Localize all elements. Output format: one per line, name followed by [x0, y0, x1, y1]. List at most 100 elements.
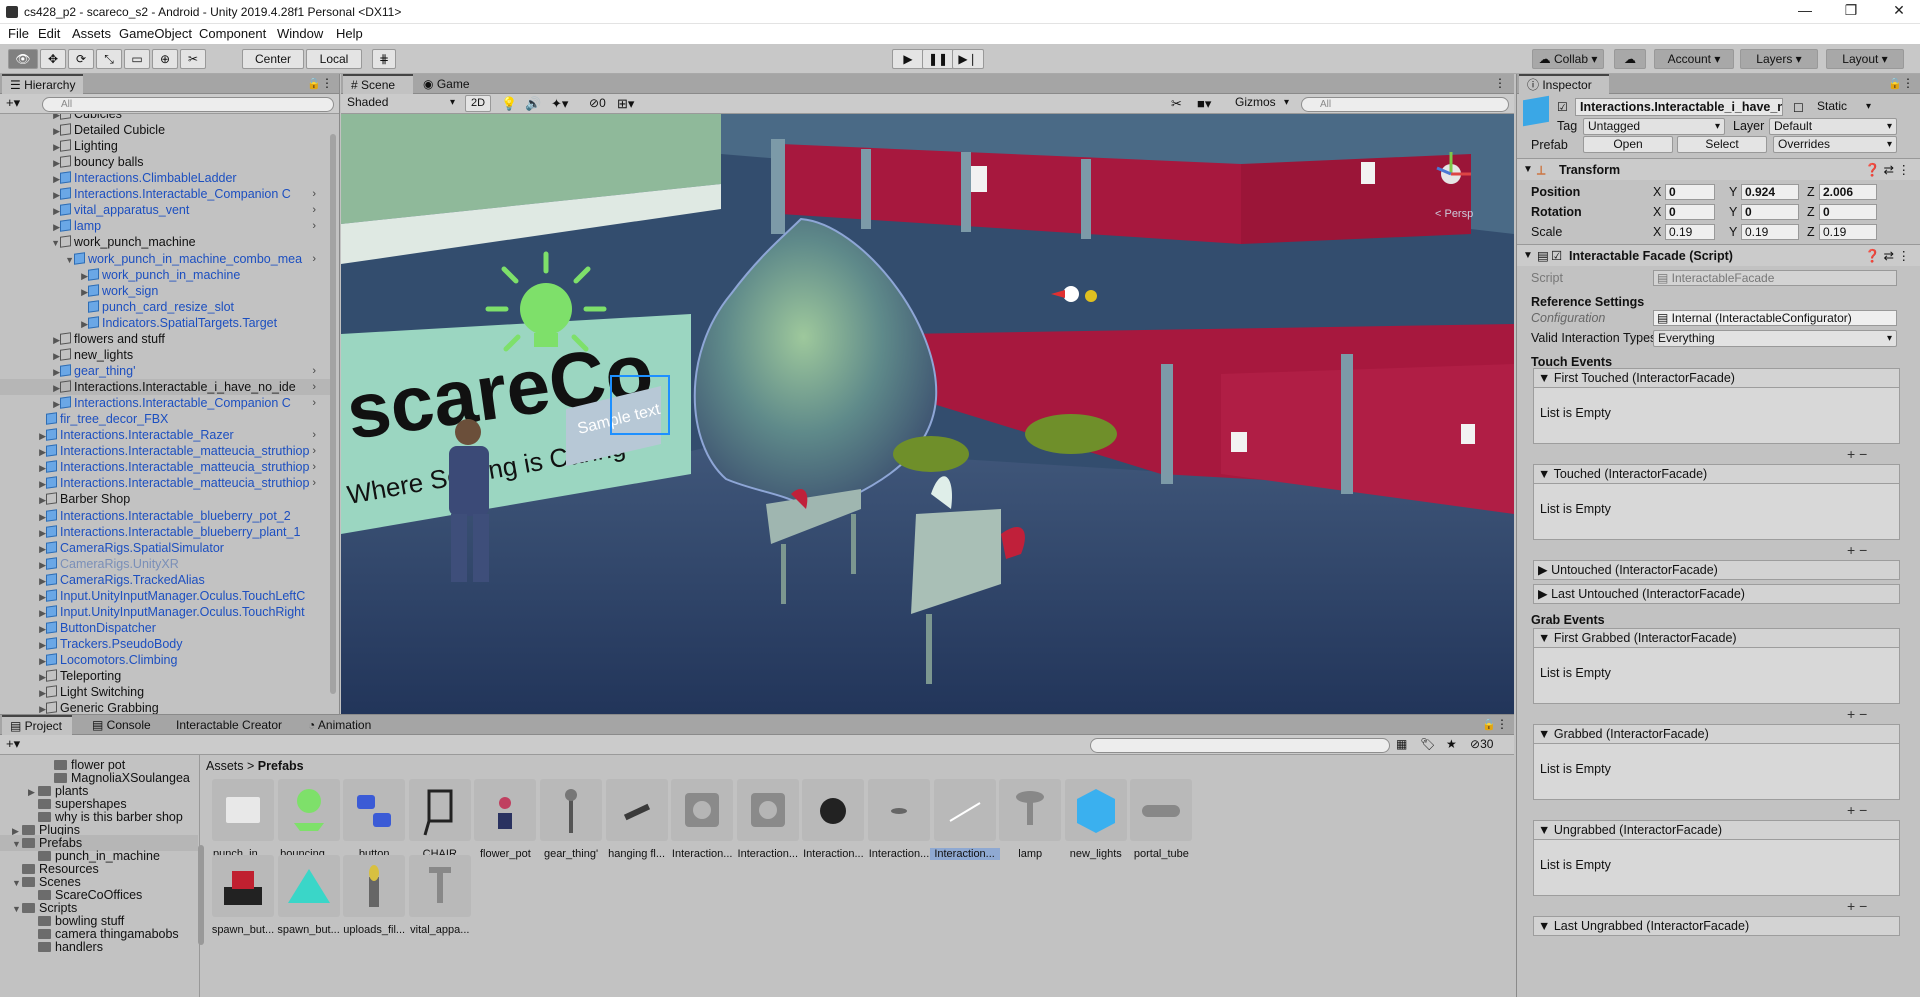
tab-animation[interactable]: ◔ Animation [300, 715, 379, 735]
active-checkbox[interactable]: ☑ [1557, 100, 1568, 114]
scale-tool-icon[interactable]: ⤡ [96, 49, 122, 69]
menu-edit[interactable]: Edit [38, 26, 60, 41]
open-prefab-arrow-icon[interactable]: › [312, 443, 316, 459]
expand-arrow-icon[interactable]: ▶ [36, 573, 46, 588]
scale-x-field[interactable]: 0.19 [1665, 224, 1715, 240]
prefab-select-button[interactable]: Select [1677, 136, 1767, 153]
expand-arrow-icon[interactable]: ▶ [36, 621, 46, 636]
expand-arrow-icon[interactable]: ▼ [50, 235, 60, 250]
expand-arrow-icon[interactable]: ▶ [50, 123, 60, 138]
layers-dropdown[interactable]: Layers ▾ [1740, 49, 1818, 69]
static-dropdown[interactable]: Static [1813, 99, 1875, 116]
object-name-field[interactable]: Interactions.Interactable_i_have_no [1575, 98, 1783, 116]
asset-tile[interactable]: uploads_fil... [339, 855, 409, 936]
asset-tile[interactable]: button [339, 779, 409, 860]
expand-arrow-icon[interactable]: ▶ [36, 428, 46, 443]
rotation-z-field[interactable]: 0 [1819, 204, 1877, 220]
asset-tile[interactable]: lamp [995, 779, 1065, 860]
scene-viewport[interactable]: scareCo Where Scaring is Caring Sample t… [341, 114, 1514, 714]
rect-tool-icon[interactable]: ▭ [124, 49, 150, 69]
menu-assets[interactable]: Assets [72, 26, 111, 41]
hierarchy-row[interactable]: ▶ Generic Grabbing [0, 700, 330, 714]
tab-scene[interactable]: # Scene [343, 74, 413, 94]
asset-tile[interactable]: portal_tube [1126, 779, 1196, 860]
pivot-center-button[interactable]: Center [242, 49, 304, 69]
expand-arrow-icon[interactable]: ▶ [50, 155, 60, 170]
asset-tile[interactable]: Interaction... [864, 779, 934, 860]
hierarchy-search-input[interactable]: All [42, 97, 334, 112]
view-tool-eye-icon[interactable]: 👁 [8, 49, 38, 69]
event-touched-header[interactable]: ▼ Touched (InteractorFacade) [1533, 464, 1900, 484]
panel-menu-icon[interactable]: ⋮ [1902, 76, 1914, 90]
hierarchy-row[interactable]: ▶ Interactions.Interactable_blueberry_pot… [0, 508, 330, 524]
expand-arrow-icon[interactable]: ▶ [36, 541, 46, 556]
expand-arrow-icon[interactable]: ▶ [36, 653, 46, 668]
open-prefab-arrow-icon[interactable]: › [312, 459, 316, 475]
expand-arrow-icon[interactable]: ▶ [50, 396, 60, 411]
configuration-field[interactable]: ▤ Internal (InteractableConfigurator) [1653, 310, 1897, 326]
component-enabled-checkbox[interactable]: ☑ [1551, 245, 1562, 267]
toggle-2d-button[interactable]: 2D [465, 95, 491, 112]
position-y-field[interactable]: 0.924 [1741, 184, 1799, 200]
lock-icon[interactable]: 🔒 [307, 77, 321, 90]
transform-header[interactable]: ▼ ⟂ Transform ❓ ⇄ ⋮ [1517, 158, 1920, 180]
lock-icon[interactable]: 🔒 [1482, 718, 1496, 731]
expand-arrow-icon[interactable]: ▶ [78, 268, 88, 283]
asset-tile[interactable]: spawn_but... [274, 855, 344, 936]
tab-console[interactable]: ▤ Console [84, 715, 159, 735]
expand-arrow-icon[interactable]: ▶ [50, 380, 60, 395]
lighting-toggle-icon[interactable]: 💡 [501, 96, 517, 112]
hierarchy-row[interactable]: ▶ bouncy balls [0, 154, 330, 170]
create-plus-icon[interactable]: +▾ [6, 736, 20, 752]
event-ungrabbed-header[interactable]: ▼ Ungrabbed (InteractorFacade) [1533, 820, 1900, 840]
hierarchy-row[interactable]: ▶ Interactions.Interactable_Companion C › [0, 186, 330, 202]
expand-arrow-icon[interactable]: ▶ [36, 557, 46, 572]
camera-dropdown-icon[interactable]: ■▾ [1197, 96, 1211, 112]
asset-tile[interactable]: hanging fl... [602, 779, 672, 860]
event-last-untouched-header[interactable]: ▶ Last Untouched (InteractorFacade) [1533, 584, 1900, 604]
asset-tile[interactable]: Interaction... [733, 779, 803, 860]
hidden-objects-icon[interactable]: ⊘0 [589, 96, 606, 110]
collapse-arrow-icon[interactable]: ▼ [1523, 159, 1533, 181]
hierarchy-row[interactable]: ▶ lamp › [0, 218, 330, 234]
hierarchy-row[interactable]: ▶ Light Switching [0, 684, 330, 700]
maximize-icon[interactable]: ❐ [1836, 2, 1866, 22]
hierarchy-row[interactable]: ▶ CameraRigs.UnityXR [0, 556, 330, 572]
breadcrumb-prefabs[interactable]: Prefabs [258, 759, 304, 773]
hierarchy-row[interactable]: ▶ vital_apparatus_vent › [0, 202, 330, 218]
valid-types-dropdown[interactable]: Everything [1653, 330, 1897, 347]
rotation-y-field[interactable]: 0 [1741, 204, 1799, 220]
hierarchy-row[interactable]: ▶ new_lights [0, 347, 330, 363]
step-button-icon[interactable]: ▶❘ [952, 49, 984, 69]
hierarchy-row[interactable]: ▶ CameraRigs.TrackedAlias [0, 572, 330, 588]
asset-tile[interactable]: new_lights [1061, 779, 1131, 860]
asset-tile[interactable]: flower_pot [470, 779, 540, 860]
hierarchy-row[interactable]: ▶ Interactions.Interactable_matteucia_str… [0, 475, 330, 491]
hierarchy-row[interactable]: ▶ Indicators.SpatialTargets.Target [0, 315, 330, 331]
expand-arrow-icon[interactable]: ▶ [36, 509, 46, 524]
play-button-icon[interactable]: ▶ [892, 49, 924, 69]
open-prefab-arrow-icon[interactable]: › [312, 218, 316, 234]
open-prefab-arrow-icon[interactable]: › [312, 363, 316, 379]
hierarchy-row[interactable]: ▶ Teleporting [0, 668, 330, 684]
move-tool-icon[interactable]: ✥ [40, 49, 66, 69]
tab-inspector[interactable]: ⓘ Inspector [1519, 74, 1609, 94]
open-prefab-arrow-icon[interactable]: › [312, 475, 316, 491]
hierarchy-row[interactable]: ▶ Interactions.Interactable_matteucia_str… [0, 443, 330, 459]
expand-arrow-icon[interactable]: ▶ [36, 701, 46, 714]
component-menu-icon[interactable]: ❓ ⇄ ⋮ [1865, 159, 1910, 181]
panel-menu-icon[interactable]: ⋮ [1494, 76, 1506, 90]
project-search-input[interactable] [1090, 738, 1390, 753]
project-folder-row[interactable]: handlers [28, 939, 196, 955]
open-prefab-arrow-icon[interactable]: › [312, 427, 316, 443]
persp-label[interactable]: < Persp [1435, 208, 1473, 220]
hierarchy-scrollbar[interactable] [330, 134, 336, 694]
layout-dropdown[interactable]: Layout ▾ [1826, 49, 1904, 69]
expand-arrow-icon[interactable]: ▼ [64, 252, 74, 267]
hidden-packages-icon[interactable]: ⊘30 [1470, 737, 1493, 751]
minimize-icon[interactable]: — [1790, 2, 1820, 22]
expand-arrow-icon[interactable]: ▶ [36, 637, 46, 652]
lock-icon[interactable]: 🔒 [1888, 77, 1902, 90]
hierarchy-row[interactable]: ▶ Interactions.Interactable_Razer › [0, 427, 330, 443]
grid-snap-icon[interactable]: ⋕ [372, 49, 396, 69]
